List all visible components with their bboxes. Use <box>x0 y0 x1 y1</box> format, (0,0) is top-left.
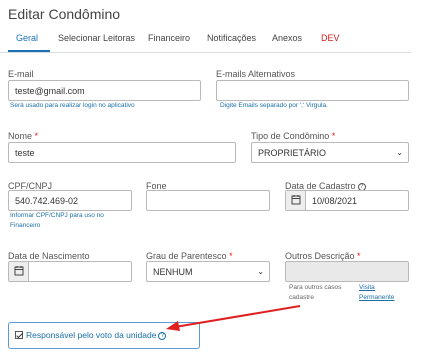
annotation-arrow <box>166 305 301 331</box>
